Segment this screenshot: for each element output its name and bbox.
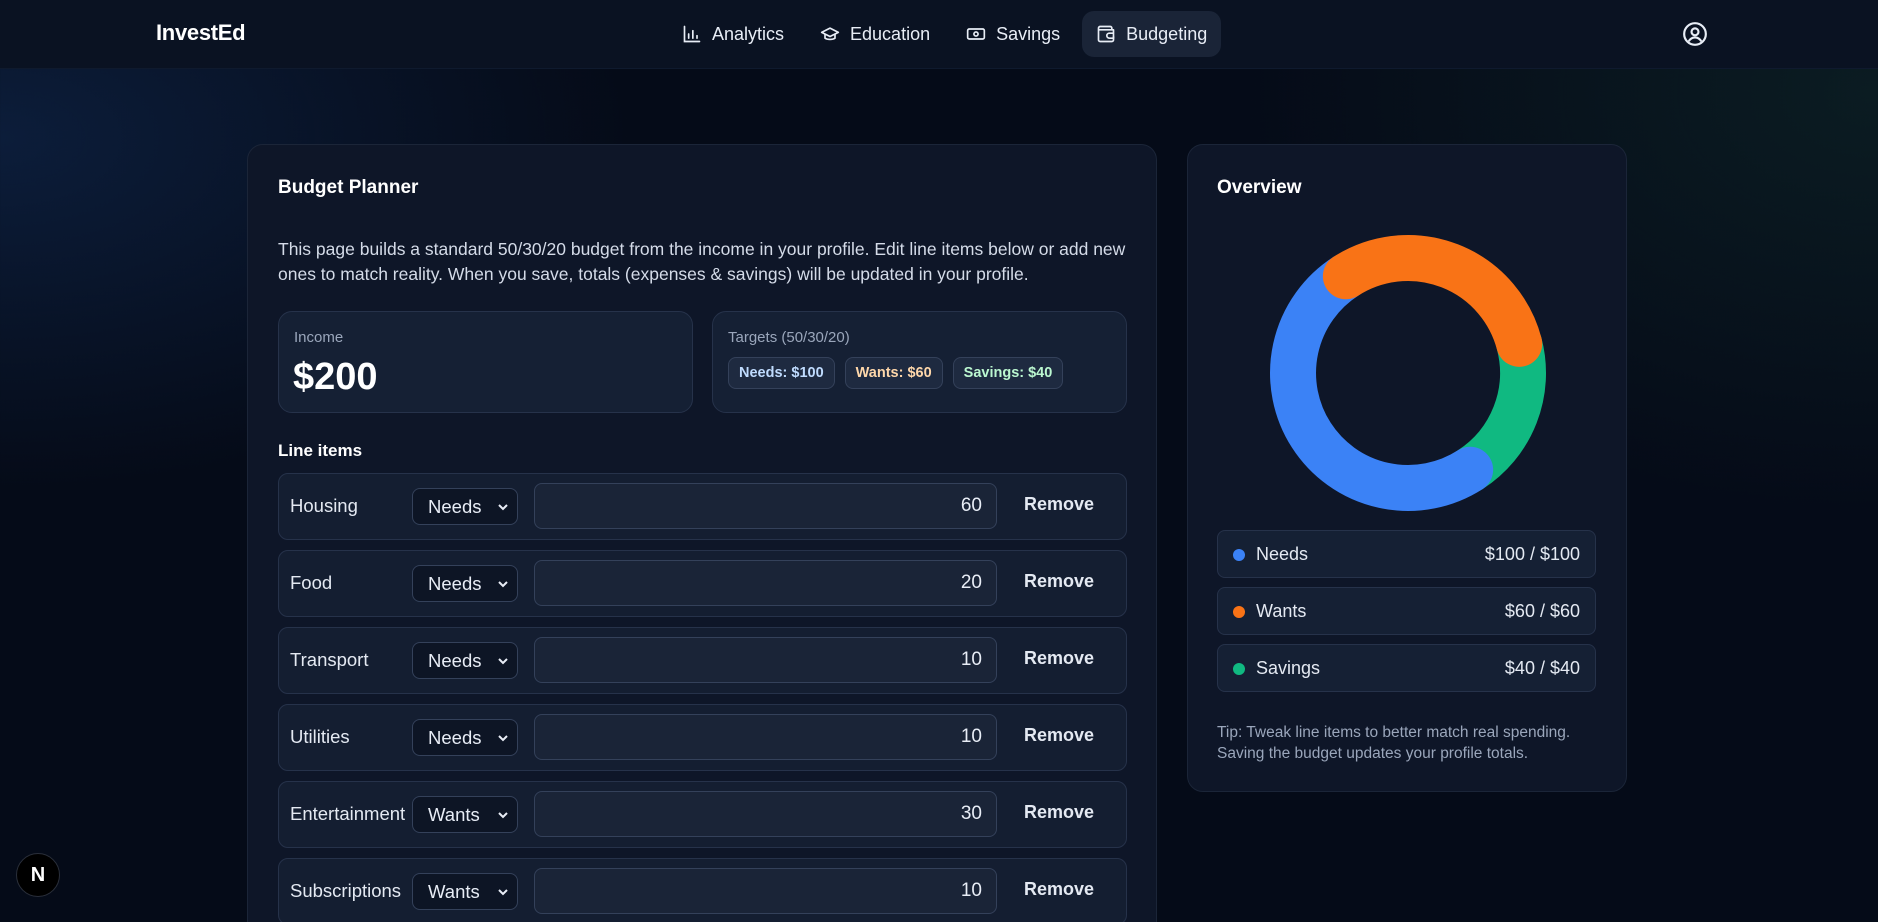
graduation-cap-icon	[820, 27, 840, 41]
category-select[interactable]: Needs	[412, 488, 518, 525]
income-value: $200	[293, 356, 378, 398]
user-circle-icon[interactable]	[1682, 21, 1708, 47]
legend-value: $100 / $100	[1484, 544, 1580, 564]
line-item-row: Entertainment Wants 30 Remove	[278, 781, 1127, 848]
chevron-down-icon	[498, 581, 508, 588]
chevron-down-icon	[498, 812, 508, 819]
amount-input[interactable]: 60	[534, 483, 997, 529]
category-select[interactable]: Wants	[412, 796, 518, 833]
brand-logo[interactable]: InvestEd	[156, 20, 246, 46]
income-box: Income $200	[278, 311, 693, 413]
legend-label: Savings	[1256, 658, 1321, 678]
remove-button[interactable]: Remove	[1024, 725, 1094, 746]
overview-title: Overview	[1217, 177, 1302, 198]
nav-item-analytics[interactable]: Analytics	[668, 11, 798, 57]
nav-label-education: Education	[850, 23, 931, 44]
category-value: Needs	[428, 572, 482, 594]
nav-label-budgeting: Budgeting	[1126, 23, 1208, 44]
line-item-name: Housing	[290, 495, 358, 516]
category-value: Needs	[428, 649, 482, 671]
donut-slice-needs	[1270, 253, 1494, 511]
nav-label-savings: Savings	[996, 23, 1061, 44]
legend-value: $40 / $40	[1504, 658, 1580, 678]
line-item-row: Subscriptions Wants 10 Remove	[278, 858, 1127, 922]
nav-item-savings[interactable]: Savings	[952, 11, 1074, 57]
income-label: Income	[294, 329, 344, 346]
line-item-name: Utilities	[290, 726, 350, 747]
amount-input[interactable]: 10	[534, 637, 997, 683]
line-item-name: Subscriptions	[290, 880, 402, 901]
tip-text: Tip: Tweak line items to better match re…	[1217, 724, 1571, 762]
remove-button[interactable]: Remove	[1024, 571, 1094, 592]
target-chips: Needs: $100 Wants: $60 Savings: $40	[728, 357, 1064, 389]
savings-color-dot	[1233, 663, 1245, 675]
remove-button[interactable]: Remove	[1024, 802, 1094, 823]
legend-label: Wants	[1256, 601, 1307, 621]
line-item-name: Food	[290, 572, 333, 593]
donut-slice-wants	[1322, 235, 1543, 367]
line-item-name: Transport	[290, 649, 369, 670]
category-value: Needs	[428, 495, 482, 517]
chevron-down-icon	[498, 504, 508, 511]
nav-item-budgeting[interactable]: Budgeting	[1082, 11, 1222, 57]
banknote-icon	[966, 28, 986, 40]
savings-target-badge: Savings: $40	[952, 357, 1064, 389]
legend-row-needs: Needs $100 / $100	[1217, 530, 1596, 578]
legend-row-savings: Savings $40 / $40	[1217, 644, 1596, 692]
remove-button[interactable]: Remove	[1024, 879, 1094, 900]
category-select[interactable]: Needs	[412, 565, 518, 602]
main-nav: Analytics Education Savings Budgeting	[668, 11, 1222, 57]
chevron-down-icon	[498, 658, 508, 665]
line-items-heading: Line items	[278, 441, 363, 460]
overview-card: Overview Needs $100 / $100 Wants $60 / $…	[1187, 144, 1627, 792]
top-navigation-bar: InvestEd Analytics Education Savings Bud…	[0, 0, 1878, 69]
line-item-row: Transport Needs 10 Remove	[278, 627, 1127, 694]
amount-input[interactable]: 10	[534, 714, 997, 760]
line-item-row: Housing Needs 60 Remove	[278, 473, 1127, 540]
planner-title: Budget Planner	[278, 177, 419, 198]
category-select[interactable]: Wants	[412, 873, 518, 910]
amount-input[interactable]: 30	[534, 791, 997, 837]
nav-item-education[interactable]: Education	[806, 11, 944, 57]
legend-label: Needs	[1256, 544, 1309, 564]
category-value: Wants	[428, 880, 480, 902]
legend-value: $60 / $60	[1504, 601, 1580, 621]
bar-chart-icon	[683, 25, 701, 43]
line-item-row: Utilities Needs 10 Remove	[278, 704, 1127, 771]
line-item-row: Food Needs 20 Remove	[278, 550, 1127, 617]
budget-donut-chart	[1270, 235, 1546, 511]
planner-description: This page builds a standard 50/30/20 bud…	[278, 239, 1126, 284]
needs-color-dot	[1233, 549, 1245, 561]
category-select[interactable]: Needs	[412, 719, 518, 756]
category-select[interactable]: Needs	[412, 642, 518, 679]
needs-target-badge: Needs: $100	[728, 357, 835, 389]
wallet-icon	[1097, 25, 1115, 43]
category-value: Needs	[428, 726, 482, 748]
line-items-list: Housing Needs 60 Remove Food Needs 20 Re…	[278, 473, 1127, 922]
wants-target-badge: Wants: $60	[844, 357, 943, 389]
chevron-down-icon	[498, 735, 508, 742]
nav-label-analytics: Analytics	[712, 23, 785, 44]
remove-button[interactable]: Remove	[1024, 494, 1094, 515]
budget-planner-card: Budget Planner This page builds a standa…	[247, 144, 1157, 922]
amount-input[interactable]: 10	[534, 868, 997, 914]
legend-row-wants: Wants $60 / $60	[1217, 587, 1596, 635]
targets-box: Targets (50/30/20) Needs: $100 Wants: $6…	[712, 311, 1127, 413]
category-value: Wants	[428, 803, 480, 825]
amount-input[interactable]: 20	[534, 560, 997, 606]
targets-label: Targets (50/30/20)	[728, 329, 850, 346]
wants-color-dot	[1233, 606, 1245, 618]
line-item-name: Entertainment	[290, 803, 406, 824]
remove-button[interactable]: Remove	[1024, 648, 1094, 669]
chevron-down-icon	[498, 889, 508, 896]
nextjs-badge[interactable]: N	[16, 853, 60, 897]
